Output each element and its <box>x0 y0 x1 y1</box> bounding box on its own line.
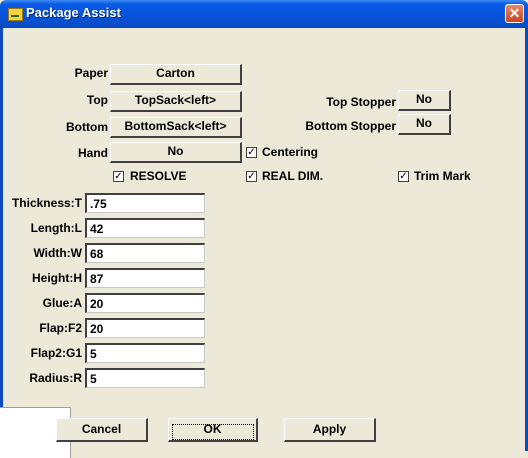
width-input[interactable] <box>85 243 205 263</box>
real-dim-label: REAL DIM. <box>262 169 324 183</box>
top-stopper-label: Top Stopper <box>326 95 396 109</box>
window-frame-left <box>0 28 3 451</box>
thickness-input[interactable] <box>85 193 205 213</box>
centering-label: Centering <box>262 145 319 159</box>
trim-mark-label: Trim Mark <box>414 169 471 183</box>
title-bar[interactable]: Package Assist ✕ <box>0 0 528 28</box>
flap2-g1-label: Flap2:G1 <box>30 346 82 360</box>
bottom-button[interactable]: BottomSack<left> <box>110 117 242 138</box>
ok-focus-rect <box>172 424 254 440</box>
paper-label: Paper <box>74 66 108 80</box>
glue-input[interactable] <box>85 293 205 313</box>
close-button[interactable]: ✕ <box>505 4 524 23</box>
radius-input[interactable] <box>85 368 205 388</box>
height-label: Height:H <box>32 271 82 285</box>
paper-button[interactable]: Carton <box>110 64 242 85</box>
length-label: Length:L <box>30 221 82 235</box>
trim-mark-checkbox[interactable]: ✓ <box>398 171 409 182</box>
apply-button[interactable]: Apply <box>284 418 376 442</box>
length-input[interactable] <box>85 218 205 238</box>
top-button[interactable]: TopSack<left> <box>110 91 242 112</box>
resolve-checkbox[interactable]: ✓ <box>113 171 124 182</box>
resolve-label: RESOLVE <box>130 169 187 183</box>
glue-label: Glue:A <box>42 296 82 310</box>
height-input[interactable] <box>85 268 205 288</box>
flap-f2-label: Flap:F2 <box>39 321 82 335</box>
hand-label: Hand <box>78 146 108 160</box>
window-title: Package Assist <box>26 5 121 20</box>
flap2-g1-input[interactable] <box>85 343 205 363</box>
package-icon <box>8 8 23 21</box>
top-stopper-button[interactable]: No <box>398 90 451 111</box>
cancel-button[interactable]: Cancel <box>56 418 148 442</box>
hand-button[interactable]: No <box>110 142 242 163</box>
bottom-stopper-button[interactable]: No <box>398 114 451 135</box>
flap-f2-input[interactable] <box>85 318 205 338</box>
top-label: Top <box>86 93 108 107</box>
bottom-label: Bottom <box>66 120 108 134</box>
thickness-label: Thickness:T <box>11 196 82 210</box>
real-dim-checkbox[interactable]: ✓ <box>246 171 257 182</box>
width-label: Width:W <box>33 246 82 260</box>
bottom-stopper-label: Bottom Stopper <box>305 119 396 133</box>
centering-checkbox[interactable]: ✓ <box>246 147 257 158</box>
radius-label: Radius:R <box>29 371 82 385</box>
